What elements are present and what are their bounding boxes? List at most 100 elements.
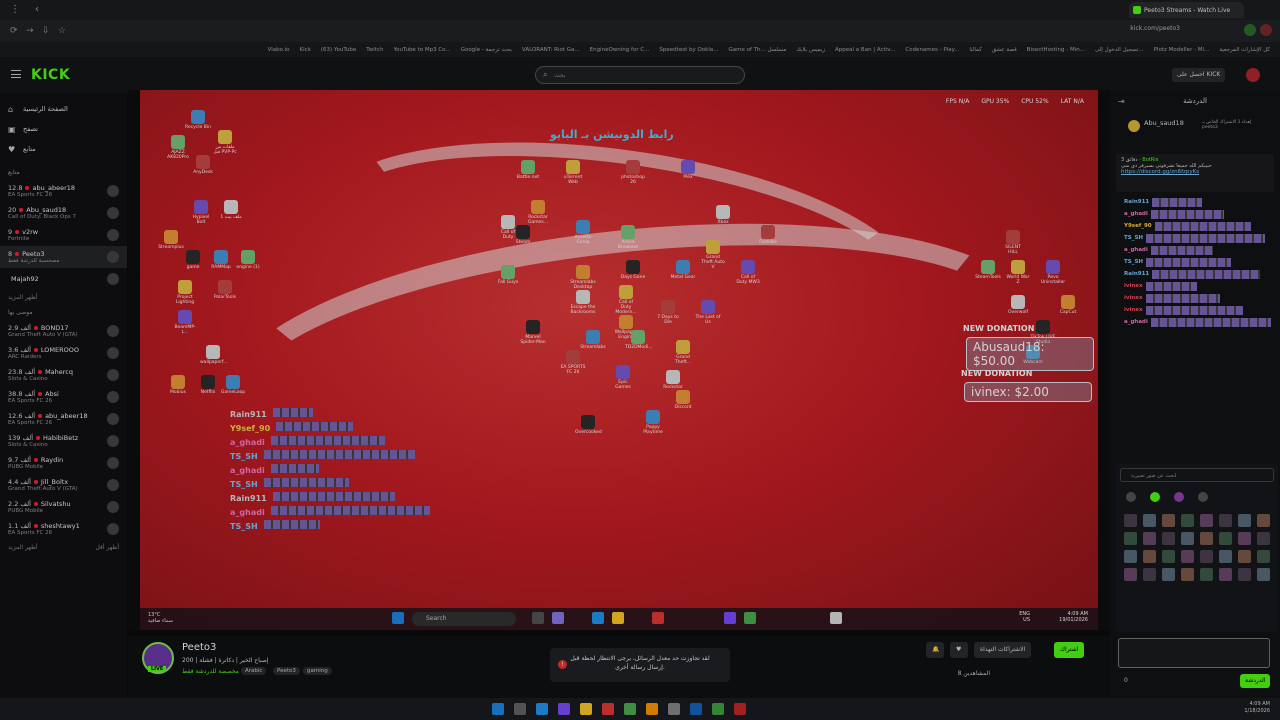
emote-item[interactable]	[1124, 514, 1137, 527]
emote-item[interactable]	[1143, 532, 1156, 545]
chat-username[interactable]: TS_SH	[1124, 235, 1143, 241]
sidebar-channel[interactable]: Majah92	[0, 268, 127, 290]
bookmark-item[interactable]: قصة عشق	[992, 47, 1017, 53]
steam-icon[interactable]	[690, 703, 702, 715]
show-more-button[interactable]: أظهر المزيد	[0, 290, 127, 305]
emote-item[interactable]	[1257, 532, 1270, 545]
discord-icon[interactable]	[558, 703, 570, 715]
chat-username[interactable]: TS_SH	[1124, 259, 1143, 265]
chat-message[interactable]: ivinex	[1110, 292, 1280, 304]
chat-message[interactable]: Rain911	[1110, 268, 1280, 280]
app-icon[interactable]	[668, 703, 680, 715]
sidebar-item-home[interactable]: ⌂ الصفحة الرئيسية	[8, 99, 119, 119]
tag-chip[interactable]: Peeto3	[273, 667, 300, 675]
emote-item[interactable]	[1124, 550, 1137, 563]
tag-chip[interactable]: gaming	[303, 667, 332, 675]
sidebar-channel[interactable]: 12.6 ألف abu_abeer18 EA Sports FC 26	[0, 408, 127, 430]
kick-emotes-icon[interactable]	[1174, 492, 1184, 502]
emote-item[interactable]	[1219, 550, 1232, 563]
bell-icon[interactable]: 🔔	[926, 642, 944, 658]
sidebar-channel[interactable]: 23.8 ألف Mahercq Slots & Casino	[0, 364, 127, 386]
forward-icon[interactable]: →	[26, 26, 36, 36]
bookmark-item[interactable]: Vlabo.io	[267, 47, 289, 53]
chat-message[interactable]: TS_SH	[1110, 256, 1280, 268]
emote-item[interactable]	[1181, 532, 1194, 545]
emote-item[interactable]	[1200, 514, 1213, 527]
emote-item[interactable]	[1162, 568, 1175, 581]
bookmark-item[interactable]: EngineOwning for C...	[590, 47, 650, 53]
emote-item[interactable]	[1181, 568, 1194, 581]
star-icon[interactable]: ☆	[58, 26, 68, 36]
chat-username[interactable]: Rain911	[1124, 271, 1149, 277]
hamburger-menu-icon[interactable]	[11, 70, 21, 78]
bookmark-item[interactable]: (63) YouTube	[321, 47, 356, 53]
profile-icon[interactable]	[1260, 24, 1272, 36]
chat-username[interactable]: Rain911	[1124, 199, 1149, 205]
kick-logo[interactable]: KICK	[31, 67, 70, 83]
sidebar-channel[interactable]: 9.7 ألف Raydin PUBG Mobile	[0, 452, 127, 474]
sidebar-item-browse[interactable]: ▣ تصفح	[8, 119, 119, 139]
bookmark-item[interactable]: كل الإشارات المرجعية	[1219, 47, 1270, 53]
emote-item[interactable]	[1219, 532, 1232, 545]
chat-username[interactable]: a_ghadi	[1124, 211, 1148, 217]
channel-emotes-icon[interactable]	[1150, 492, 1160, 502]
emote-item[interactable]	[1238, 568, 1251, 581]
bookmark-item[interactable]: زيميس بلابك	[796, 47, 825, 53]
emote-item[interactable]	[1124, 568, 1137, 581]
show-more-button[interactable]: أظهر المزيد	[8, 544, 38, 551]
sidebar-channel[interactable]: 2.2 ألف Silvatshu PUBG Mobile	[0, 496, 127, 518]
show-less-button[interactable]: أظهر أقل	[95, 544, 119, 551]
emote-item[interactable]	[1143, 550, 1156, 563]
bookmark-item[interactable]: VALORANT: Riot Ga...	[522, 47, 580, 53]
sidebar-item-following[interactable]: ♥ متابع	[8, 139, 119, 159]
heart-icon[interactable]: ♥	[950, 642, 968, 658]
xbox-icon[interactable]	[624, 703, 636, 715]
bookmark-item[interactable]: Kick	[300, 47, 311, 53]
bookmark-item[interactable]: Plotz Modeller - Mi...	[1154, 47, 1210, 53]
chrome-icon[interactable]	[734, 703, 746, 715]
chat-username[interactable]: ivinex	[1124, 283, 1143, 289]
emote-item[interactable]	[1143, 568, 1156, 581]
collapse-chat-icon[interactable]: ⇥	[1118, 97, 1125, 106]
sidebar-channel[interactable]: 3.6 ألف LOMEROOO ARC Raiders	[0, 342, 127, 364]
search-input[interactable]: ⌕ بحث	[535, 66, 745, 84]
tag-chip[interactable]: Arabic	[241, 667, 267, 675]
chat-username[interactable]: a_ghadi	[1124, 247, 1148, 253]
emote-item[interactable]	[1162, 514, 1175, 527]
emote-item[interactable]	[1238, 550, 1251, 563]
sidebar-channel[interactable]: 20 Abu_saud18 Call of Duty: Black Ops 7	[0, 202, 127, 224]
emote-item[interactable]	[1257, 568, 1270, 581]
url-text[interactable]: kick.com/peeto3	[1130, 25, 1180, 32]
discord-link[interactable]: https://discord.gg/zn6fzpyKs	[1121, 169, 1199, 175]
browser-tab[interactable]: Peeto3 Streams - Watch Live	[1129, 2, 1244, 18]
global-emotes-icon[interactable]	[1198, 492, 1208, 502]
bookmark-item[interactable]: كمالنا	[969, 47, 982, 53]
chat-message[interactable]: TS_SH	[1110, 232, 1280, 244]
emote-item[interactable]	[1219, 568, 1232, 581]
bookmark-item[interactable]: Game of Th... مسلسل	[729, 47, 787, 53]
emote-item[interactable]	[1238, 532, 1251, 545]
chat-username[interactable]: Y9sef_90	[1124, 223, 1152, 229]
emote-item[interactable]	[1162, 550, 1175, 563]
emote-item[interactable]	[1219, 514, 1232, 527]
emote-item[interactable]	[1181, 514, 1194, 527]
user-avatar[interactable]	[1246, 68, 1260, 82]
emote-item[interactable]	[1200, 550, 1213, 563]
emote-item[interactable]	[1162, 532, 1175, 545]
gift-subs-button[interactable]: الاشتراكات التهداة	[974, 642, 1032, 658]
folder-icon[interactable]	[580, 703, 592, 715]
menu-icon[interactable]: ⋮	[8, 3, 22, 17]
bookmark-item[interactable]: Twitch	[366, 47, 383, 53]
sidebar-channel[interactable]: 139 ألف HabibiBetz Slots & Casino	[0, 430, 127, 452]
chat-message[interactable]: a_ghadi	[1110, 316, 1280, 328]
taskview-icon[interactable]	[514, 703, 526, 715]
download-icon[interactable]: ⇩	[42, 26, 52, 36]
emote-search-input[interactable]: ابحث عن صور تعبيرية ✕	[1120, 468, 1280, 482]
chat-username[interactable]: a_ghadi	[1124, 319, 1148, 325]
recent-emotes-icon[interactable]	[1126, 492, 1136, 502]
stream-category[interactable]: مخصصة للدردشة فقط	[182, 668, 239, 675]
refresh-icon[interactable]: ⟳	[10, 26, 20, 36]
system-clock[interactable]: 4:09 AM 1/18/2026	[1244, 701, 1270, 715]
bookmark-item[interactable]: Google - بحث ترجمة	[461, 47, 512, 53]
bookmark-item[interactable]: Appeal a Ban | Activ...	[835, 47, 895, 53]
